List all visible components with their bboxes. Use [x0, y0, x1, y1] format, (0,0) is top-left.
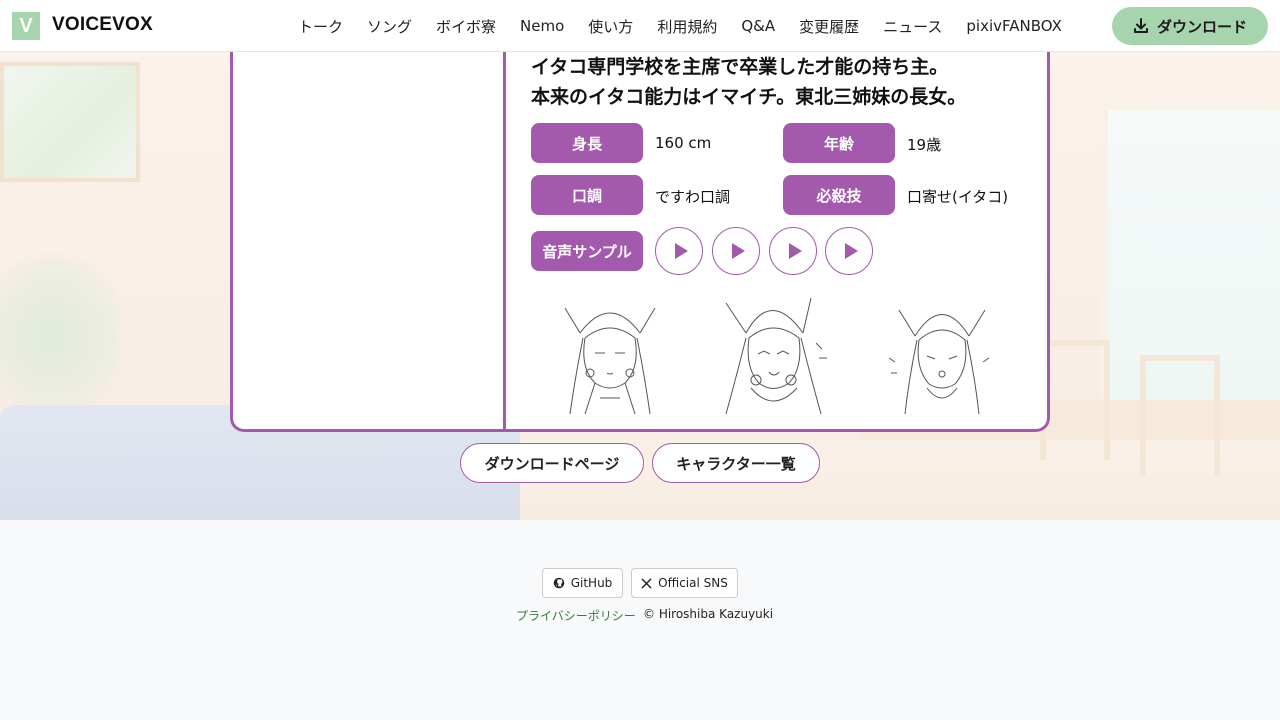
nav-talk[interactable]: トーク [298, 16, 343, 37]
voice-sample-play-button-2[interactable] [712, 227, 760, 275]
nav-terms[interactable]: 利用規約 [657, 16, 717, 37]
voice-sample-label: 音声サンプル [531, 231, 643, 271]
copyright-text: © Hiroshiba Kazuyuki [643, 607, 774, 621]
logo-icon[interactable]: V [12, 12, 40, 40]
special-move-label: 必殺技 [783, 175, 895, 215]
github-icon [553, 577, 564, 589]
play-icon [731, 243, 745, 259]
nav-news[interactable]: ニュース [883, 16, 942, 37]
download-button[interactable]: ダウンロード [1112, 7, 1268, 45]
voice-sample-play-button-4[interactable] [825, 227, 873, 275]
official-sns-label: Official SNS [658, 576, 728, 590]
play-icon [674, 243, 688, 259]
age-label: 年齢 [783, 123, 895, 163]
voice-sample-play-button-1[interactable] [655, 227, 703, 275]
height-value: 160 cm [655, 134, 712, 152]
speech-style-label: 口調 [531, 175, 643, 215]
character-sketch-3 [888, 309, 990, 414]
speech-style-value: ですわ口調 [655, 188, 731, 206]
github-label: GitHub [570, 576, 613, 590]
special-move-value: 口寄せ(イタコ) [907, 188, 1009, 206]
nav-changelog[interactable]: 変更履歴 [799, 16, 859, 37]
official-sns-button[interactable]: Official SNS [631, 568, 738, 598]
privacy-policy-link[interactable]: プライバシーポリシー [516, 607, 636, 624]
logo-text[interactable]: VOICEVOX [52, 14, 153, 36]
character-card: イタコ専門学校を主席で卒業した才能の持ち主。 本来のイタコ能力はイマイチ。東北三… [230, 30, 1050, 432]
github-button[interactable]: GitHub [542, 568, 623, 598]
height-label: 身長 [531, 123, 643, 163]
character-description: イタコ専門学校を主席で卒業した才能の持ち主。 本来のイタコ能力はイマイチ。東北三… [531, 56, 967, 108]
play-icon [788, 243, 802, 259]
age-value: 19歳 [907, 136, 942, 154]
x-icon [641, 577, 652, 589]
nav-nemo[interactable]: Nemo [520, 17, 564, 35]
main-nav: トーク ソング ボイボ寮 Nemo 使い方 利用規約 Q&A 変更履歴 ニュース… [298, 0, 1086, 52]
site-header: V VOICEVOX トーク ソング ボイボ寮 Nemo 使い方 利用規約 Q&… [0, 0, 1280, 52]
card-divider [503, 30, 506, 429]
nav-qa[interactable]: Q&A [741, 17, 775, 35]
voice-sample-play-button-3[interactable] [769, 227, 817, 275]
nav-how-to-use[interactable]: 使い方 [588, 16, 633, 37]
nav-pixivfanbox[interactable]: pixivFANBOX [966, 17, 1062, 35]
download-icon [1133, 18, 1148, 33]
character-sketch-1 [564, 307, 656, 414]
nav-voivo-dorm[interactable]: ボイボ寮 [436, 16, 496, 37]
character-sketch-2 [725, 297, 827, 414]
nav-song[interactable]: ソング [367, 16, 412, 37]
play-icon [844, 243, 858, 259]
download-page-button[interactable]: ダウンロードページ [460, 443, 644, 483]
character-list-button[interactable]: キャラクター一覧 [652, 443, 820, 483]
download-button-label: ダウンロード [1156, 17, 1247, 36]
